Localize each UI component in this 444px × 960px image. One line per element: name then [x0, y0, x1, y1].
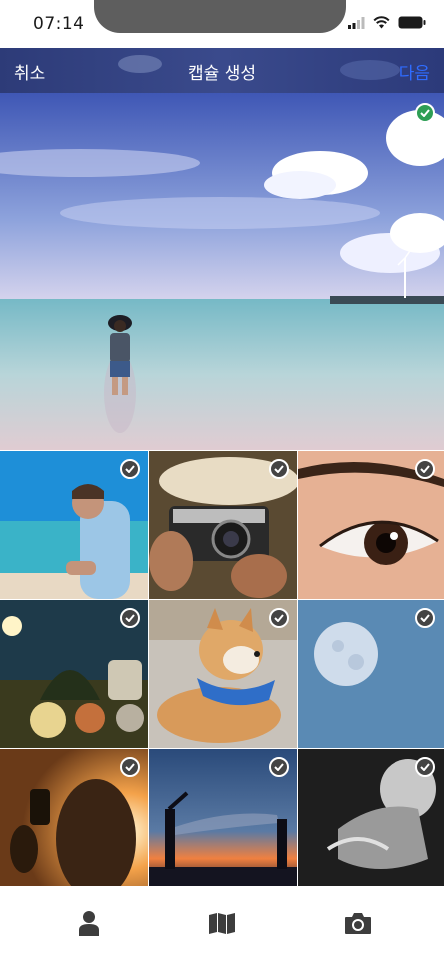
- selected-check-icon[interactable]: [415, 757, 435, 777]
- selected-check-icon[interactable]: [415, 103, 435, 123]
- header-bar: 취소 캡슐 생성 다음: [0, 48, 444, 93]
- camera-icon: [345, 913, 371, 934]
- status-icons: [348, 16, 426, 29]
- page-title: 캡슐 생성: [188, 64, 256, 84]
- nav-camera-button[interactable]: [344, 909, 372, 937]
- selected-check-icon[interactable]: [269, 459, 289, 479]
- wifi-icon: [373, 16, 390, 29]
- selected-check-icon[interactable]: [415, 459, 435, 479]
- photo-sunset-phone[interactable]: [0, 749, 148, 886]
- photo-beach[interactable]: [0, 93, 444, 450]
- next-button[interactable]: 다음: [399, 59, 430, 84]
- battery-icon: [398, 16, 426, 29]
- selected-check-icon[interactable]: [269, 608, 289, 628]
- device-notch: [94, 0, 346, 33]
- photo-eye[interactable]: [298, 451, 444, 599]
- beach-image: [0, 93, 444, 450]
- selected-check-icon[interactable]: [269, 757, 289, 777]
- photo-boy-on-phone[interactable]: [0, 451, 148, 599]
- map-icon: [209, 913, 235, 934]
- photo-moon-field[interactable]: [0, 600, 148, 748]
- signal-icon: [348, 16, 365, 29]
- photo-camera-hands[interactable]: [149, 451, 297, 599]
- photo-couple-beach[interactable]: [149, 749, 297, 886]
- photo-moon-sky[interactable]: [298, 600, 444, 748]
- bottom-nav: [0, 887, 444, 960]
- profile-icon: [79, 911, 99, 936]
- photo-shiba[interactable]: [149, 600, 297, 748]
- selected-check-icon[interactable]: [415, 608, 435, 628]
- selected-check-icon[interactable]: [120, 459, 140, 479]
- selected-check-icon[interactable]: [120, 757, 140, 777]
- nav-profile-button[interactable]: [75, 909, 103, 937]
- nav-map-button[interactable]: [208, 909, 236, 937]
- status-time: 07:14: [33, 14, 85, 34]
- selected-check-icon[interactable]: [120, 608, 140, 628]
- status-bar: 07:14: [0, 0, 444, 48]
- photo-bw-face[interactable]: [298, 749, 444, 886]
